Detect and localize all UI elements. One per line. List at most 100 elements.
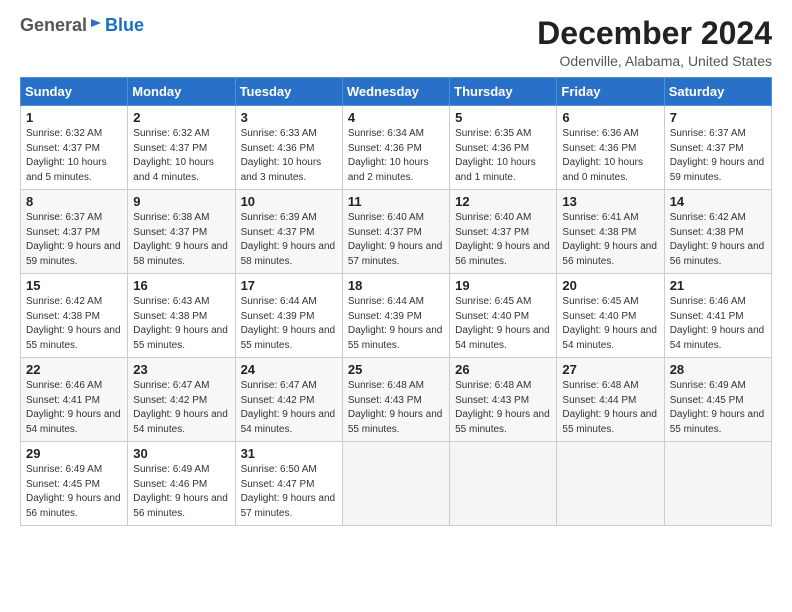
calendar-week-row: 1 Sunrise: 6:32 AMSunset: 4:37 PMDayligh… (21, 106, 772, 190)
day-number: 19 (455, 278, 551, 293)
day-info: Sunrise: 6:34 AMSunset: 4:36 PMDaylight:… (348, 128, 429, 183)
calendar-header-monday: Monday (128, 78, 235, 106)
calendar-page: General Blue December 2024 Odenville, Al… (0, 0, 792, 542)
day-info: Sunrise: 6:38 AMSunset: 4:37 PMDaylight:… (133, 212, 228, 267)
calendar-cell: 9 Sunrise: 6:38 AMSunset: 4:37 PMDayligh… (128, 190, 235, 274)
day-info: Sunrise: 6:37 AMSunset: 4:37 PMDaylight:… (670, 128, 765, 183)
calendar-cell: 29 Sunrise: 6:49 AMSunset: 4:45 PMDaylig… (21, 442, 128, 526)
day-number: 21 (670, 278, 766, 293)
calendar-cell: 12 Sunrise: 6:40 AMSunset: 4:37 PMDaylig… (450, 190, 557, 274)
calendar-cell: 2 Sunrise: 6:32 AMSunset: 4:37 PMDayligh… (128, 106, 235, 190)
calendar-cell: 22 Sunrise: 6:46 AMSunset: 4:41 PMDaylig… (21, 358, 128, 442)
day-info: Sunrise: 6:45 AMSunset: 4:40 PMDaylight:… (455, 296, 550, 351)
day-number: 9 (133, 194, 229, 209)
day-info: Sunrise: 6:50 AMSunset: 4:47 PMDaylight:… (241, 464, 336, 519)
calendar-cell: 3 Sunrise: 6:33 AMSunset: 4:36 PMDayligh… (235, 106, 342, 190)
calendar-cell: 16 Sunrise: 6:43 AMSunset: 4:38 PMDaylig… (128, 274, 235, 358)
logo-blue-text: Blue (105, 16, 144, 34)
day-number: 11 (348, 194, 444, 209)
day-info: Sunrise: 6:32 AMSunset: 4:37 PMDaylight:… (26, 128, 107, 183)
day-number: 6 (562, 110, 658, 125)
calendar-week-row: 8 Sunrise: 6:37 AMSunset: 4:37 PMDayligh… (21, 190, 772, 274)
day-info: Sunrise: 6:36 AMSunset: 4:36 PMDaylight:… (562, 128, 643, 183)
day-info: Sunrise: 6:41 AMSunset: 4:38 PMDaylight:… (562, 212, 657, 267)
calendar-header-wednesday: Wednesday (342, 78, 449, 106)
day-number: 13 (562, 194, 658, 209)
calendar-cell: 14 Sunrise: 6:42 AMSunset: 4:38 PMDaylig… (664, 190, 771, 274)
calendar-table: SundayMondayTuesdayWednesdayThursdayFrid… (20, 77, 772, 526)
title-area: December 2024 Odenville, Alabama, United… (537, 16, 772, 69)
day-number: 7 (670, 110, 766, 125)
day-info: Sunrise: 6:32 AMSunset: 4:37 PMDaylight:… (133, 128, 214, 183)
calendar-cell: 4 Sunrise: 6:34 AMSunset: 4:36 PMDayligh… (342, 106, 449, 190)
day-number: 17 (241, 278, 337, 293)
calendar-cell: 30 Sunrise: 6:49 AMSunset: 4:46 PMDaylig… (128, 442, 235, 526)
day-number: 25 (348, 362, 444, 377)
calendar-cell: 6 Sunrise: 6:36 AMSunset: 4:36 PMDayligh… (557, 106, 664, 190)
calendar-cell: 23 Sunrise: 6:47 AMSunset: 4:42 PMDaylig… (128, 358, 235, 442)
calendar-cell: 28 Sunrise: 6:49 AMSunset: 4:45 PMDaylig… (664, 358, 771, 442)
calendar-cell: 21 Sunrise: 6:46 AMSunset: 4:41 PMDaylig… (664, 274, 771, 358)
logo-general-text: General (20, 16, 87, 34)
day-number: 10 (241, 194, 337, 209)
calendar-cell: 11 Sunrise: 6:40 AMSunset: 4:37 PMDaylig… (342, 190, 449, 274)
calendar-week-row: 15 Sunrise: 6:42 AMSunset: 4:38 PMDaylig… (21, 274, 772, 358)
calendar-cell: 27 Sunrise: 6:48 AMSunset: 4:44 PMDaylig… (557, 358, 664, 442)
day-info: Sunrise: 6:48 AMSunset: 4:44 PMDaylight:… (562, 380, 657, 435)
day-number: 12 (455, 194, 551, 209)
day-number: 24 (241, 362, 337, 377)
day-info: Sunrise: 6:42 AMSunset: 4:38 PMDaylight:… (26, 296, 121, 351)
calendar-cell: 13 Sunrise: 6:41 AMSunset: 4:38 PMDaylig… (557, 190, 664, 274)
calendar-cell: 18 Sunrise: 6:44 AMSunset: 4:39 PMDaylig… (342, 274, 449, 358)
day-info: Sunrise: 6:40 AMSunset: 4:37 PMDaylight:… (455, 212, 550, 267)
day-info: Sunrise: 6:46 AMSunset: 4:41 PMDaylight:… (26, 380, 121, 435)
day-info: Sunrise: 6:43 AMSunset: 4:38 PMDaylight:… (133, 296, 228, 351)
calendar-cell: 1 Sunrise: 6:32 AMSunset: 4:37 PMDayligh… (21, 106, 128, 190)
calendar-cell (664, 442, 771, 526)
calendar-cell: 31 Sunrise: 6:50 AMSunset: 4:47 PMDaylig… (235, 442, 342, 526)
calendar-cell: 17 Sunrise: 6:44 AMSunset: 4:39 PMDaylig… (235, 274, 342, 358)
day-number: 18 (348, 278, 444, 293)
day-number: 1 (26, 110, 122, 125)
day-number: 15 (26, 278, 122, 293)
day-number: 26 (455, 362, 551, 377)
calendar-header-saturday: Saturday (664, 78, 771, 106)
calendar-cell: 10 Sunrise: 6:39 AMSunset: 4:37 PMDaylig… (235, 190, 342, 274)
calendar-cell (450, 442, 557, 526)
calendar-cell (557, 442, 664, 526)
day-number: 2 (133, 110, 229, 125)
day-info: Sunrise: 6:49 AMSunset: 4:46 PMDaylight:… (133, 464, 228, 519)
day-info: Sunrise: 6:44 AMSunset: 4:39 PMDaylight:… (241, 296, 336, 351)
day-info: Sunrise: 6:47 AMSunset: 4:42 PMDaylight:… (241, 380, 336, 435)
day-info: Sunrise: 6:48 AMSunset: 4:43 PMDaylight:… (455, 380, 550, 435)
day-number: 20 (562, 278, 658, 293)
calendar-cell: 8 Sunrise: 6:37 AMSunset: 4:37 PMDayligh… (21, 190, 128, 274)
calendar-cell: 7 Sunrise: 6:37 AMSunset: 4:37 PMDayligh… (664, 106, 771, 190)
day-info: Sunrise: 6:48 AMSunset: 4:43 PMDaylight:… (348, 380, 443, 435)
calendar-header-row: SundayMondayTuesdayWednesdayThursdayFrid… (21, 78, 772, 106)
day-info: Sunrise: 6:49 AMSunset: 4:45 PMDaylight:… (670, 380, 765, 435)
calendar-header-friday: Friday (557, 78, 664, 106)
day-number: 29 (26, 446, 122, 461)
logo-flag-icon (89, 18, 103, 32)
day-info: Sunrise: 6:47 AMSunset: 4:42 PMDaylight:… (133, 380, 228, 435)
day-info: Sunrise: 6:45 AMSunset: 4:40 PMDaylight:… (562, 296, 657, 351)
calendar-cell: 24 Sunrise: 6:47 AMSunset: 4:42 PMDaylig… (235, 358, 342, 442)
day-number: 28 (670, 362, 766, 377)
day-info: Sunrise: 6:37 AMSunset: 4:37 PMDaylight:… (26, 212, 121, 267)
calendar-cell (342, 442, 449, 526)
day-number: 16 (133, 278, 229, 293)
day-number: 23 (133, 362, 229, 377)
calendar-header-thursday: Thursday (450, 78, 557, 106)
day-number: 3 (241, 110, 337, 125)
day-number: 14 (670, 194, 766, 209)
day-number: 5 (455, 110, 551, 125)
calendar-cell: 5 Sunrise: 6:35 AMSunset: 4:36 PMDayligh… (450, 106, 557, 190)
day-number: 27 (562, 362, 658, 377)
calendar-cell: 19 Sunrise: 6:45 AMSunset: 4:40 PMDaylig… (450, 274, 557, 358)
calendar-cell: 26 Sunrise: 6:48 AMSunset: 4:43 PMDaylig… (450, 358, 557, 442)
day-info: Sunrise: 6:42 AMSunset: 4:38 PMDaylight:… (670, 212, 765, 267)
day-number: 31 (241, 446, 337, 461)
day-info: Sunrise: 6:33 AMSunset: 4:36 PMDaylight:… (241, 128, 322, 183)
day-info: Sunrise: 6:35 AMSunset: 4:36 PMDaylight:… (455, 128, 536, 183)
